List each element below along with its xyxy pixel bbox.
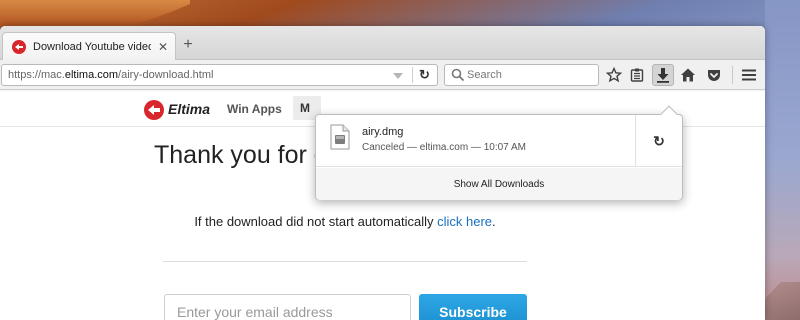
- desktop-wallpaper-sky: [765, 0, 800, 320]
- tab-title: Download Youtube videos on: [33, 41, 151, 53]
- download-status: Canceled — eltima.com — 10:07 AM: [362, 142, 526, 153]
- divider: [163, 261, 527, 262]
- reading-list-button[interactable]: [626, 64, 648, 86]
- url-bar[interactable]: https://mac.eltima.com/airy-download.htm…: [1, 64, 438, 86]
- reading-list-icon: [630, 68, 644, 82]
- nav-win-apps[interactable]: Win Apps: [227, 102, 282, 116]
- tab-close-icon[interactable]: ✕: [157, 40, 169, 54]
- tab-download-youtube[interactable]: Download Youtube videos on ✕: [2, 32, 176, 61]
- bookmark-star-button[interactable]: [603, 64, 625, 86]
- home-button[interactable]: [677, 64, 699, 86]
- new-tab-button[interactable]: +: [180, 37, 196, 53]
- tab-strip: Download Youtube videos on ✕ +: [0, 26, 765, 61]
- email-field[interactable]: [164, 294, 411, 320]
- subscribe-button[interactable]: Subscribe: [419, 294, 527, 320]
- pocket-button[interactable]: [703, 64, 725, 86]
- download-message: If the download did not start automatica…: [194, 214, 496, 229]
- home-icon: [681, 68, 695, 82]
- dmg-file-icon: [330, 124, 350, 150]
- search-bar[interactable]: Search: [444, 64, 599, 86]
- site-logo-text[interactable]: Eltima: [168, 101, 210, 117]
- browser-window: Download Youtube videos on ✕ + https://m…: [0, 26, 765, 320]
- eltima-logo-icon: [12, 40, 26, 54]
- reload-icon[interactable]: ↻: [419, 67, 430, 83]
- download-filename: airy.dmg: [362, 126, 404, 138]
- click-here-link[interactable]: click here: [437, 214, 492, 229]
- star-icon: [606, 67, 622, 83]
- url-divider: [412, 67, 413, 83]
- open-menu-button[interactable]: [738, 64, 760, 86]
- menu-icon: [742, 69, 756, 81]
- url-history-dropdown-icon[interactable]: [393, 73, 403, 79]
- url-text: https://mac.eltima.com/airy-download.htm…: [8, 69, 214, 81]
- downloads-icon: [657, 68, 669, 83]
- downloads-button[interactable]: [652, 64, 674, 86]
- downloads-panel: airy.dmg Canceled — eltima.com — 10:07 A…: [315, 105, 683, 200]
- download-item[interactable]: airy.dmg Canceled — eltima.com — 10:07 A…: [316, 115, 682, 167]
- pocket-icon: [708, 70, 720, 81]
- toolbar-separator: [732, 66, 733, 84]
- show-all-downloads-button[interactable]: Show All Downloads: [316, 168, 682, 200]
- navigation-toolbar: https://mac.eltima.com/airy-download.htm…: [0, 60, 765, 90]
- search-placeholder: Search: [467, 69, 502, 81]
- search-icon: [451, 68, 465, 82]
- eltima-logo-icon[interactable]: [144, 100, 164, 120]
- retry-download-icon[interactable]: ↻: [636, 115, 682, 167]
